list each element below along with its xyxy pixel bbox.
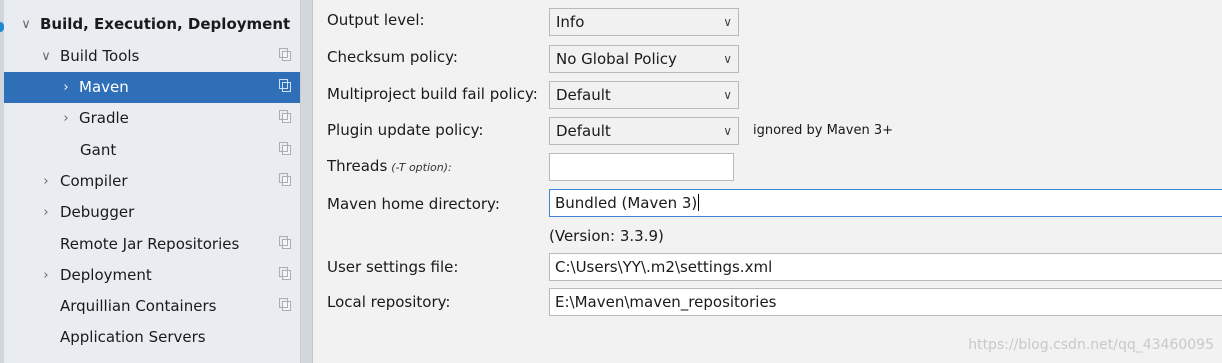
tree-item-remote-jar-repositories[interactable]: Remote Jar Repositories bbox=[4, 229, 300, 260]
tree-label: Gradle bbox=[79, 109, 129, 127]
plugin-update-policy-select[interactable]: Default ∨ bbox=[549, 117, 739, 145]
output-level-value: Info bbox=[556, 13, 585, 31]
tree-item-compiler[interactable]: › Compiler bbox=[4, 166, 300, 197]
project-settings-icon bbox=[279, 79, 291, 92]
tree-label: Application Servers bbox=[60, 328, 206, 346]
chevron-down-icon: ∨ bbox=[723, 52, 732, 66]
chevron-down-icon: ∨ bbox=[723, 88, 732, 102]
tree-item-gradle[interactable]: › Gradle bbox=[4, 103, 300, 134]
user-settings-input[interactable]: C:\Users\YY\.m2\settings.xml bbox=[549, 253, 1222, 281]
project-settings-icon bbox=[279, 267, 291, 280]
tree-label: Remote Jar Repositories bbox=[60, 235, 240, 253]
threads-input[interactable] bbox=[549, 153, 734, 181]
output-level-label: Output level: bbox=[327, 11, 425, 29]
chevron-right-icon[interactable]: › bbox=[38, 166, 54, 197]
tree-label: Deployment bbox=[60, 266, 152, 284]
tree-item-deployment[interactable]: › Deployment bbox=[4, 260, 300, 291]
chevron-down-icon[interactable]: ∨ bbox=[38, 41, 54, 72]
tree-label: Build, Execution, Deployment bbox=[40, 15, 291, 33]
tree-section-build-execution-deployment[interactable]: ∨ Build, Execution, Deployment bbox=[4, 9, 300, 40]
project-settings-icon bbox=[279, 298, 291, 311]
tree-label: Build Tools bbox=[60, 47, 140, 65]
text-caret bbox=[698, 194, 700, 211]
panel-splitter[interactable] bbox=[300, 0, 313, 363]
local-repository-label: Local repository: bbox=[327, 293, 451, 311]
tree-label: Gant bbox=[80, 141, 117, 159]
tree-label: Debugger bbox=[60, 203, 135, 221]
output-level-select[interactable]: Info ∨ bbox=[549, 8, 739, 36]
multiproject-fail-policy-value: Default bbox=[556, 86, 611, 104]
plugin-update-note: ignored by Maven 3+ bbox=[753, 123, 893, 138]
maven-home-input[interactable]: Bundled (Maven 3) bbox=[549, 189, 1222, 217]
tree-label: Compiler bbox=[60, 172, 128, 190]
maven-version-text: (Version: 3.3.9) bbox=[549, 227, 664, 245]
chevron-right-icon[interactable]: › bbox=[58, 72, 74, 103]
settings-tree: ∨ Build, Execution, Deployment ∨ Build T… bbox=[0, 0, 300, 363]
tree-item-debugger[interactable]: › Debugger bbox=[4, 197, 300, 228]
chevron-down-icon: ∨ bbox=[723, 15, 732, 29]
maven-home-label: Maven home directory: bbox=[327, 195, 500, 213]
tree-label: Arquillian Containers bbox=[60, 297, 217, 315]
user-settings-label: User settings file: bbox=[327, 258, 459, 276]
project-settings-icon bbox=[279, 236, 291, 249]
plugin-update-policy-label: Plugin update policy: bbox=[327, 121, 484, 139]
checksum-policy-select[interactable]: No Global Policy ∨ bbox=[549, 45, 739, 73]
checksum-policy-value: No Global Policy bbox=[556, 50, 677, 68]
watermark: https://blog.csdn.net/qq_43460095 bbox=[968, 337, 1214, 353]
local-repository-input[interactable]: E:\Maven\maven_repositories bbox=[549, 288, 1222, 316]
chevron-down-icon[interactable]: ∨ bbox=[18, 9, 34, 40]
threads-label: Threads (-T option): bbox=[327, 157, 452, 175]
tree-item-arquillian-containers[interactable]: Arquillian Containers bbox=[4, 291, 300, 322]
tree-item-maven[interactable]: › Maven bbox=[4, 72, 300, 103]
tree-item-application-servers[interactable]: Application Servers bbox=[4, 322, 300, 353]
tree-label: Maven bbox=[79, 78, 129, 96]
project-settings-icon bbox=[279, 142, 291, 155]
threads-hint: (-T option): bbox=[391, 161, 452, 174]
project-settings-icon bbox=[279, 48, 291, 61]
multiproject-fail-policy-label: Multiproject build fail policy: bbox=[327, 85, 538, 103]
chevron-down-icon: ∨ bbox=[723, 124, 732, 138]
chevron-right-icon[interactable]: › bbox=[38, 260, 54, 291]
maven-home-value: Bundled (Maven 3) bbox=[555, 194, 698, 212]
project-settings-icon bbox=[279, 110, 291, 123]
project-settings-icon bbox=[279, 173, 291, 186]
plugin-update-policy-value: Default bbox=[556, 122, 611, 140]
maven-settings-form: Output level: Info ∨ Checksum policy: No… bbox=[313, 0, 1222, 363]
chevron-right-icon[interactable]: › bbox=[58, 103, 74, 134]
tree-item-gant[interactable]: Gant bbox=[4, 135, 300, 166]
threads-label-text: Threads bbox=[327, 157, 388, 175]
checksum-policy-label: Checksum policy: bbox=[327, 48, 458, 66]
multiproject-fail-policy-select[interactable]: Default ∨ bbox=[549, 81, 739, 109]
chevron-right-icon[interactable]: › bbox=[38, 197, 54, 228]
tree-item-build-tools[interactable]: ∨ Build Tools bbox=[4, 41, 300, 72]
